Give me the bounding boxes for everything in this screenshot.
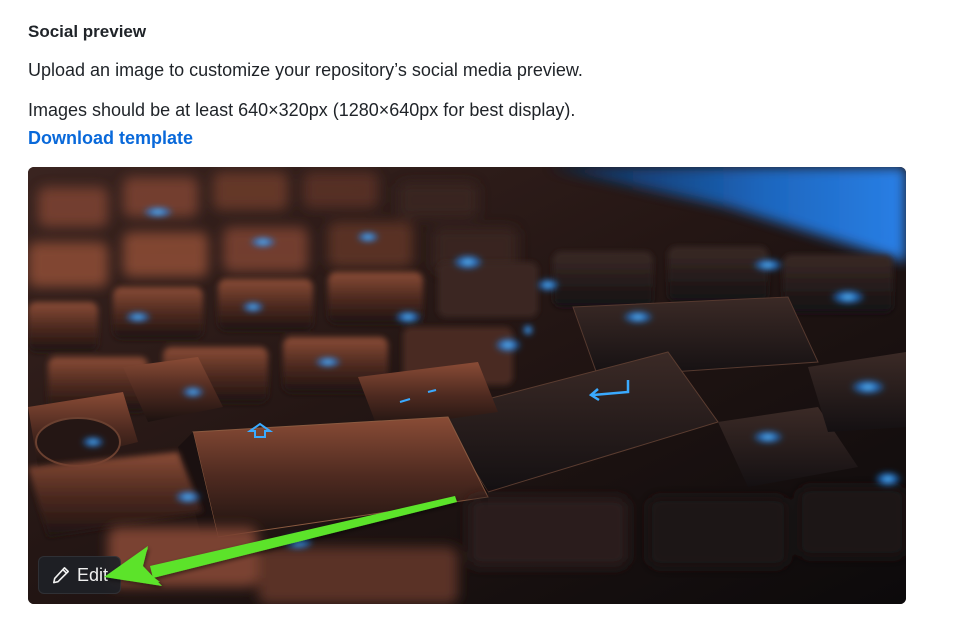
download-template-link[interactable]: Download template	[28, 128, 193, 149]
keyboard-photo	[28, 167, 906, 604]
section-description: Upload an image to customize your reposi…	[28, 60, 583, 80]
image-size-hint: Images should be at least 640×320px (128…	[28, 100, 576, 120]
edit-button-label: Edit	[77, 564, 109, 585]
pencil-icon	[51, 565, 71, 585]
edit-button[interactable]: Edit	[38, 556, 121, 594]
section-title: Social preview	[28, 22, 147, 41]
social-preview-image: Edit	[28, 167, 906, 604]
